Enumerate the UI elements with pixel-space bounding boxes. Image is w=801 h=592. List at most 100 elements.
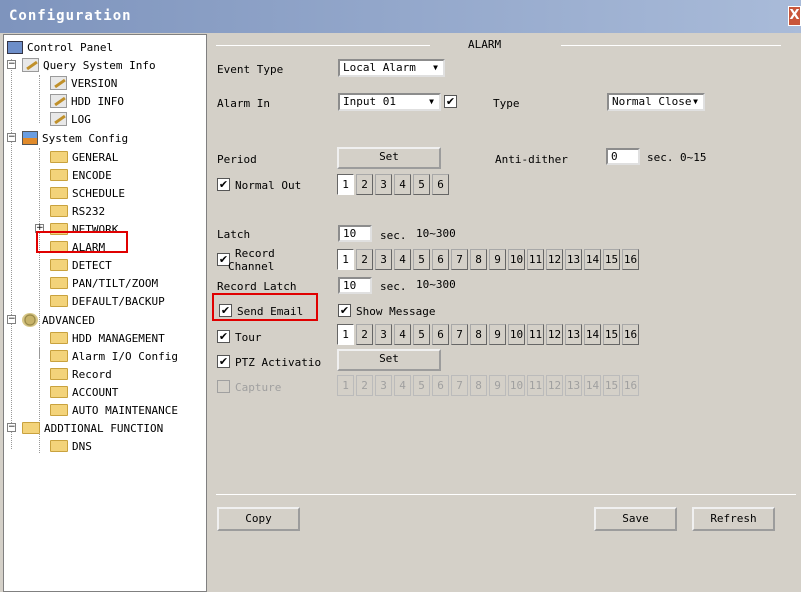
tour-channel-button-16[interactable]: 16 <box>622 324 639 345</box>
capture-channel-button-13[interactable]: 13 <box>565 375 582 396</box>
event-type-select[interactable]: Local Alarm ▼ <box>338 59 445 77</box>
ptz-set-button[interactable]: Set <box>337 349 441 371</box>
tree-item-log[interactable]: LOG <box>50 110 91 128</box>
tour-channel-button-6[interactable]: 6 <box>432 324 449 345</box>
record-channel-button-2[interactable]: 2 <box>356 249 373 270</box>
capture-channel-button-1[interactable]: 1 <box>337 375 354 396</box>
record-channel-button-13[interactable]: 13 <box>565 249 582 270</box>
refresh-button[interactable]: Refresh <box>692 507 775 531</box>
tour-channel-button-4[interactable]: 4 <box>394 324 411 345</box>
section-header: ALARM <box>216 38 781 52</box>
capture-channel-button-11[interactable]: 11 <box>527 375 544 396</box>
capture-channel-button-15[interactable]: 15 <box>603 375 620 396</box>
tree-item-detect[interactable]: DETECT <box>50 256 112 274</box>
capture-channel-button-6[interactable]: 6 <box>432 375 449 396</box>
save-button[interactable]: Save <box>594 507 677 531</box>
tree-item-system-config[interactable]: System Config <box>22 129 128 147</box>
record-channel-button-10[interactable]: 10 <box>508 249 525 270</box>
tree-item-default-backup[interactable]: DEFAULT/BACKUP <box>50 292 165 310</box>
anti-dither-label: Anti-dither <box>495 153 568 166</box>
capture-channel-button-16[interactable]: 16 <box>622 375 639 396</box>
tour-channel-button-9[interactable]: 9 <box>489 324 506 345</box>
period-set-button[interactable]: Set <box>337 147 441 169</box>
record-channel-button-11[interactable]: 11 <box>527 249 544 270</box>
capture-checkbox[interactable] <box>217 380 230 393</box>
latch-label: Latch <box>217 228 251 241</box>
record-channel-button-9[interactable]: 9 <box>489 249 506 270</box>
record-channel-button-6[interactable]: 6 <box>432 249 449 270</box>
type-select[interactable]: Normal Close ▼ <box>607 93 705 111</box>
capture-channel-button-10[interactable]: 10 <box>508 375 525 396</box>
tree-item-query-system-info[interactable]: Query System Info <box>22 56 156 74</box>
tour-channel-button-12[interactable]: 12 <box>546 324 563 345</box>
record-channel-button-12[interactable]: 12 <box>546 249 563 270</box>
ptz-activation-checkbox[interactable]: ✔ <box>217 355 230 368</box>
record-channel-button-7[interactable]: 7 <box>451 249 468 270</box>
tree-item-auto-maintenance[interactable]: AUTO MAINTENANCE <box>50 401 178 419</box>
copy-button[interactable]: Copy <box>217 507 300 531</box>
capture-channel-button-3[interactable]: 3 <box>375 375 392 396</box>
tour-channel-button-2[interactable]: 2 <box>356 324 373 345</box>
tour-checkbox[interactable]: ✔ <box>217 330 230 343</box>
normal-out-button-4[interactable]: 4 <box>394 174 411 195</box>
tree-item-pan-tilt-zoom[interactable]: PAN/TILT/ZOOM <box>50 274 158 292</box>
tour-channel-button-7[interactable]: 7 <box>451 324 468 345</box>
tour-channel-button-1[interactable]: 1 <box>337 324 354 345</box>
tree-item-general[interactable]: GENERAL <box>50 148 118 166</box>
record-channel-button-1[interactable]: 1 <box>337 249 354 270</box>
close-button[interactable]: X <box>788 6 801 26</box>
tree-item-rs232[interactable]: RS232 <box>50 202 105 220</box>
record-latch-input[interactable]: 10 <box>338 277 372 294</box>
record-channel-button-16[interactable]: 16 <box>622 249 639 270</box>
collapse-icon[interactable]: − <box>7 423 16 432</box>
alarm-in-select[interactable]: Input 01 ▼ <box>338 93 441 111</box>
capture-channel-button-8[interactable]: 8 <box>470 375 487 396</box>
capture-channel-button-5[interactable]: 5 <box>413 375 430 396</box>
tour-channel-button-14[interactable]: 14 <box>584 324 601 345</box>
normal-out-button-6[interactable]: 6 <box>432 174 449 195</box>
normal-out-button-5[interactable]: 5 <box>413 174 430 195</box>
tree-item-alarm-io-config[interactable]: Alarm I/O Config <box>50 347 178 365</box>
normal-out-checkbox[interactable]: ✔ <box>217 178 230 191</box>
capture-channel-button-9[interactable]: 9 <box>489 375 506 396</box>
show-message-checkbox[interactable]: ✔ <box>338 304 351 317</box>
normal-out-button-2[interactable]: 2 <box>356 174 373 195</box>
record-channel-button-5[interactable]: 5 <box>413 249 430 270</box>
tour-channel-button-15[interactable]: 15 <box>603 324 620 345</box>
tree-item-version[interactable]: VERSION <box>50 74 117 92</box>
tour-channel-button-13[interactable]: 13 <box>565 324 582 345</box>
tour-channel-button-11[interactable]: 11 <box>527 324 544 345</box>
latch-input[interactable]: 10 <box>338 225 372 242</box>
tour-channel-button-8[interactable]: 8 <box>470 324 487 345</box>
record-channel-button-3[interactable]: 3 <box>375 249 392 270</box>
tree-item-hdd-management[interactable]: HDD MANAGEMENT <box>50 329 165 347</box>
record-channel-button-14[interactable]: 14 <box>584 249 601 270</box>
tour-channel-button-3[interactable]: 3 <box>375 324 392 345</box>
tree-item-record[interactable]: Record <box>50 365 112 383</box>
tree-item-schedule[interactable]: SCHEDULE <box>50 184 125 202</box>
record-channel-button-15[interactable]: 15 <box>603 249 620 270</box>
tour-channel-button-10[interactable]: 10 <box>508 324 525 345</box>
record-channel-button-4[interactable]: 4 <box>394 249 411 270</box>
tree-item-account[interactable]: ACCOUNT <box>50 383 118 401</box>
tree-item-hdd-info[interactable]: HDD INFO <box>50 92 124 110</box>
alarm-in-enable-checkbox[interactable]: ✔ <box>444 95 457 108</box>
tree-item-dns[interactable]: DNS <box>50 437 92 455</box>
tree-item-control-panel[interactable]: Control Panel <box>7 38 113 56</box>
tree-item-additional-function[interactable]: ADDTIONAL FUNCTION <box>22 419 163 437</box>
tree-item-advanced[interactable]: ADVANCED <box>22 311 95 329</box>
record-channel-button-8[interactable]: 8 <box>470 249 487 270</box>
capture-channel-button-14[interactable]: 14 <box>584 375 601 396</box>
capture-channel-button-4[interactable]: 4 <box>394 375 411 396</box>
capture-channel-button-2[interactable]: 2 <box>356 375 373 396</box>
capture-channel-button-7[interactable]: 7 <box>451 375 468 396</box>
capture-channel-button-12[interactable]: 12 <box>546 375 563 396</box>
anti-dither-input[interactable]: 0 <box>606 148 640 165</box>
normal-out-button-3[interactable]: 3 <box>375 174 392 195</box>
normal-out-button-1[interactable]: 1 <box>337 174 354 195</box>
tree-item-encode[interactable]: ENCODE <box>50 166 112 184</box>
collapse-icon[interactable]: − <box>7 133 16 142</box>
collapse-icon[interactable]: − <box>7 60 16 69</box>
collapse-icon[interactable]: − <box>7 315 16 324</box>
tour-channel-button-5[interactable]: 5 <box>413 324 430 345</box>
